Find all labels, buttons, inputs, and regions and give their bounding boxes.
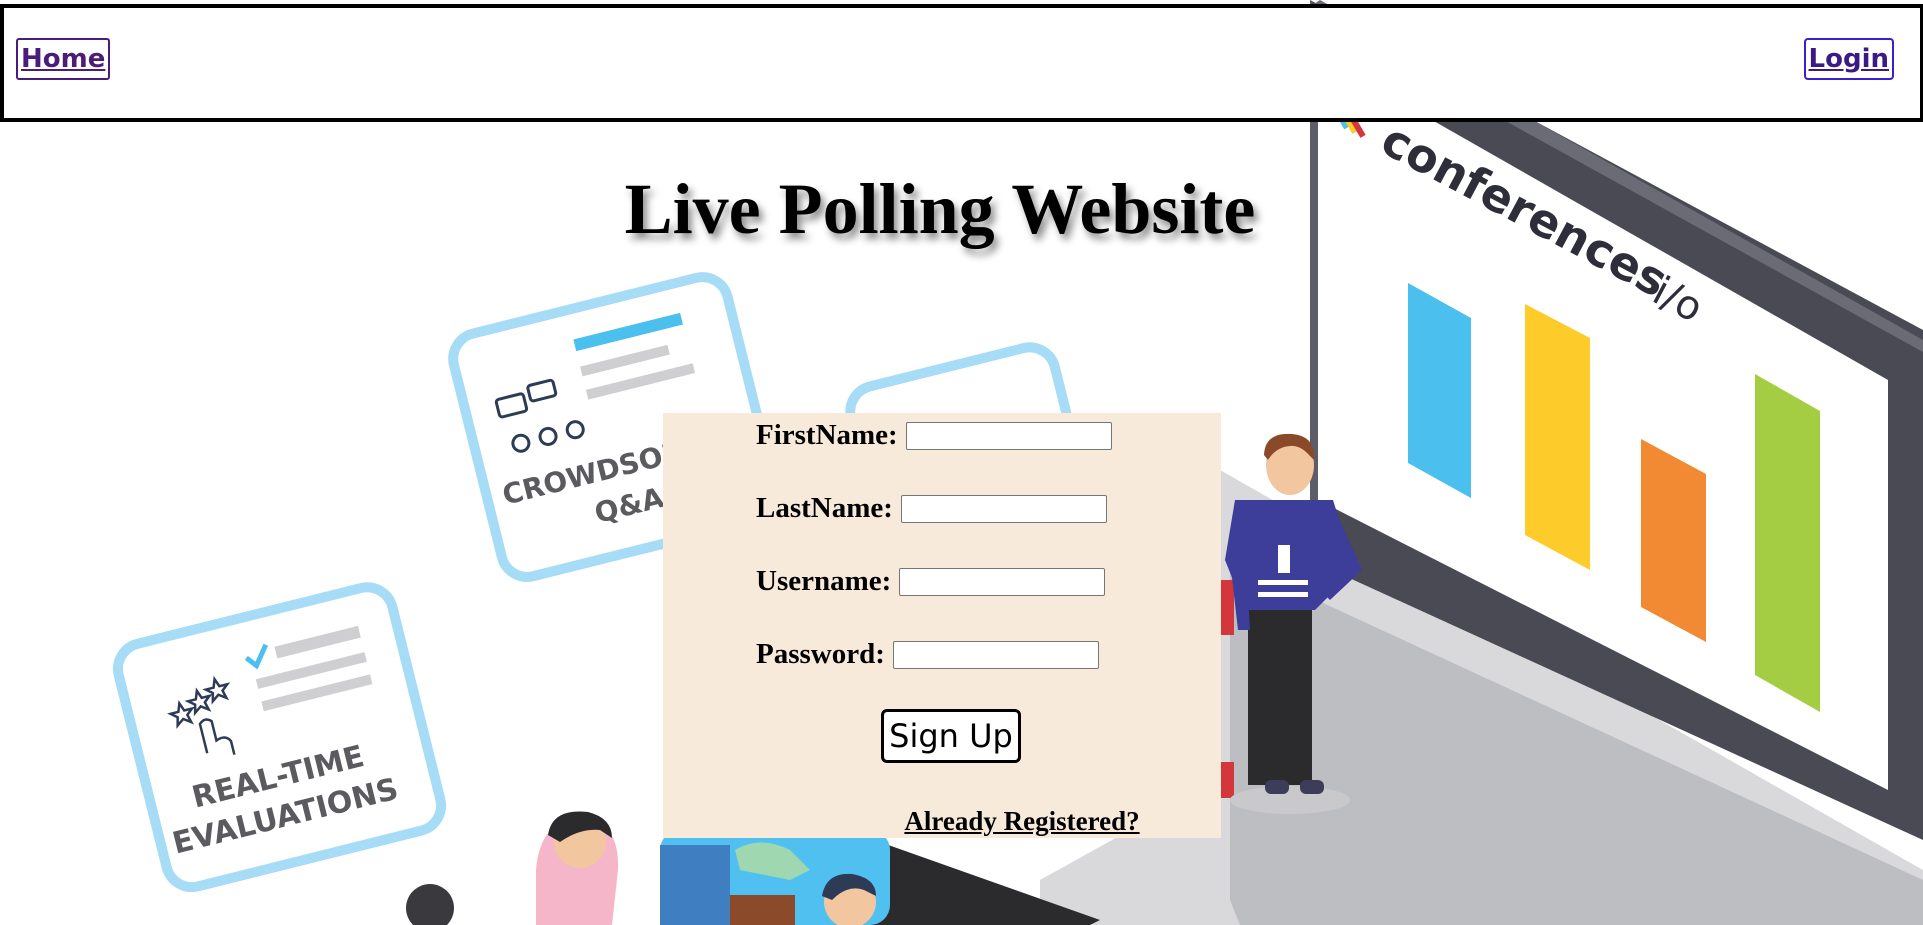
top-navbar: Home Login <box>0 4 1923 122</box>
password-row: Password: <box>756 638 1099 671</box>
lastname-label: LastName: <box>756 492 893 524</box>
sign-up-button[interactable]: Sign Up <box>881 709 1021 763</box>
password-input[interactable] <box>892 640 1099 669</box>
signup-form: FirstName: LastName: Username: Password:… <box>663 413 1221 838</box>
username-label: Username: <box>756 565 892 597</box>
already-registered-link[interactable]: Already Registered? <box>663 806 1221 837</box>
red-prop <box>1220 580 1234 635</box>
screen-bar-orange <box>1641 439 1706 642</box>
screen-bar-green <box>1755 374 1820 712</box>
screen-bar-yellow <box>1525 304 1590 570</box>
lastname-input[interactable] <box>900 494 1107 523</box>
home-link[interactable]: Home <box>16 38 111 80</box>
login-link[interactable]: Login <box>1803 38 1894 80</box>
lastname-row: LastName: <box>756 492 1107 525</box>
username-input[interactable] <box>899 567 1106 596</box>
firstname-row: FirstName: <box>756 419 1112 452</box>
username-row: Username: <box>756 565 1106 598</box>
red-prop <box>1220 762 1234 798</box>
firstname-input[interactable] <box>905 421 1112 450</box>
password-label: Password: <box>756 638 885 670</box>
firstname-label: FirstName: <box>756 419 898 451</box>
page-title: Live Polling Website <box>624 169 1256 249</box>
screen-bar-blue <box>1408 283 1471 498</box>
real-time-evaluations-card: REAL-TIME EVALUATIONS <box>112 582 447 893</box>
